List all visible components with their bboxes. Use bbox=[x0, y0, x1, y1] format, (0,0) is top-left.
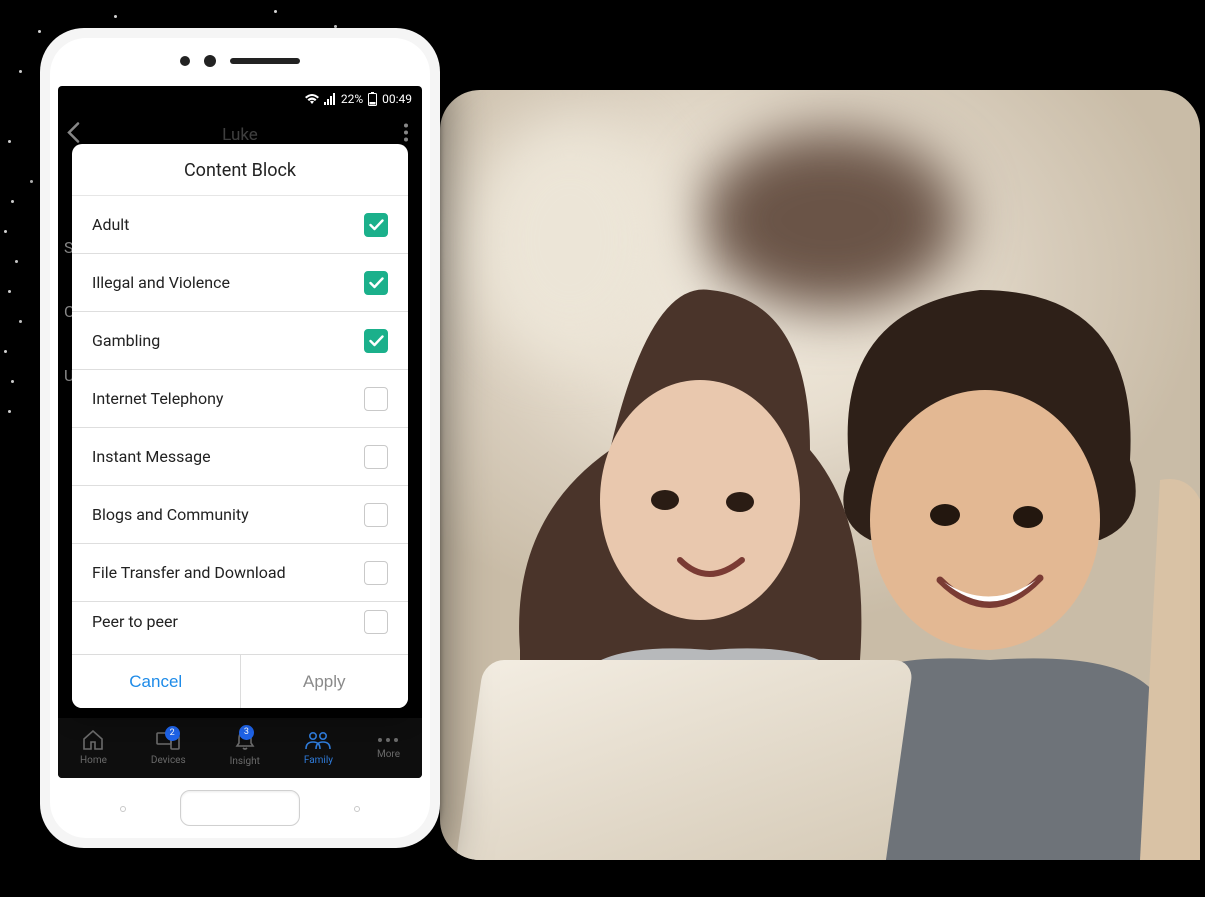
checkbox[interactable] bbox=[364, 213, 388, 237]
tablet-device bbox=[456, 660, 914, 860]
category-label: Illegal and Violence bbox=[92, 273, 230, 292]
checkbox[interactable] bbox=[364, 387, 388, 411]
soft-key-right bbox=[354, 806, 360, 812]
tab-devices[interactable]: Devices2 bbox=[151, 730, 186, 766]
apply-button[interactable]: Apply bbox=[241, 655, 409, 708]
category-label: Instant Message bbox=[92, 447, 211, 466]
soft-key-left bbox=[120, 806, 126, 812]
checkbox[interactable] bbox=[364, 329, 388, 353]
signal-icon bbox=[324, 93, 336, 105]
category-label: Blogs and Community bbox=[92, 505, 249, 524]
category-label: Peer to peer bbox=[92, 612, 178, 631]
category-label: Internet Telephony bbox=[92, 389, 224, 408]
battery-icon bbox=[368, 92, 377, 106]
checkbox[interactable] bbox=[364, 271, 388, 295]
category-row[interactable]: Peer to peer bbox=[72, 601, 408, 641]
home-icon bbox=[82, 730, 104, 753]
tab-more[interactable]: More bbox=[377, 736, 400, 760]
tab-label: Insight bbox=[230, 756, 260, 767]
category-label: Gambling bbox=[92, 331, 160, 350]
category-row[interactable]: Instant Message bbox=[72, 427, 408, 485]
checkbox[interactable] bbox=[364, 610, 388, 634]
modal-actions: Cancel Apply bbox=[72, 654, 408, 708]
tab-insight[interactable]: Insight3 bbox=[230, 729, 260, 767]
category-row[interactable]: Blogs and Community bbox=[72, 485, 408, 543]
category-label: File Transfer and Download bbox=[92, 563, 286, 582]
clock-time: 00:49 bbox=[382, 92, 412, 106]
battery-percent: 22% bbox=[341, 92, 363, 106]
kebab-menu-icon[interactable] bbox=[404, 124, 408, 147]
badge: 3 bbox=[239, 725, 254, 740]
tab-home[interactable]: Home bbox=[80, 730, 107, 766]
category-row[interactable]: Adult bbox=[72, 195, 408, 253]
tab-label: More bbox=[377, 749, 400, 760]
page-title: Luke bbox=[222, 125, 258, 145]
category-label: Adult bbox=[92, 215, 129, 234]
category-row[interactable]: Internet Telephony bbox=[72, 369, 408, 427]
tab-label: Family bbox=[304, 755, 333, 766]
phone-frame: 22% 00:49 Luke S C U bbox=[40, 28, 440, 848]
tab-family[interactable]: Family bbox=[304, 730, 333, 766]
phone-sensors bbox=[50, 56, 430, 66]
badge: 2 bbox=[165, 726, 180, 741]
checkbox[interactable] bbox=[364, 561, 388, 585]
status-bar: 22% 00:49 bbox=[58, 86, 422, 112]
tab-label: Devices bbox=[151, 755, 186, 766]
more-icon bbox=[377, 736, 399, 747]
modal-title: Content Block bbox=[72, 144, 408, 195]
bottom-tab-bar: HomeDevices2Insight3FamilyMore bbox=[58, 718, 422, 778]
tab-label: Home bbox=[80, 755, 107, 766]
modal-category-list[interactable]: Adult Illegal and Violence Gambling Interne… bbox=[72, 195, 408, 654]
category-row[interactable]: Gambling bbox=[72, 311, 408, 369]
checkbox[interactable] bbox=[364, 445, 388, 469]
home-button[interactable] bbox=[180, 790, 300, 826]
content-block-modal: Content Block Adult Illegal and Violence G… bbox=[72, 144, 408, 708]
cancel-button[interactable]: Cancel bbox=[72, 655, 241, 708]
wifi-icon bbox=[305, 93, 319, 105]
category-row[interactable]: File Transfer and Download bbox=[72, 543, 408, 601]
checkbox[interactable] bbox=[364, 503, 388, 527]
people-icon bbox=[305, 730, 331, 753]
category-row[interactable]: Illegal and Violence bbox=[72, 253, 408, 311]
lifestyle-photo bbox=[440, 90, 1200, 860]
phone-screen: 22% 00:49 Luke S C U bbox=[58, 86, 422, 778]
